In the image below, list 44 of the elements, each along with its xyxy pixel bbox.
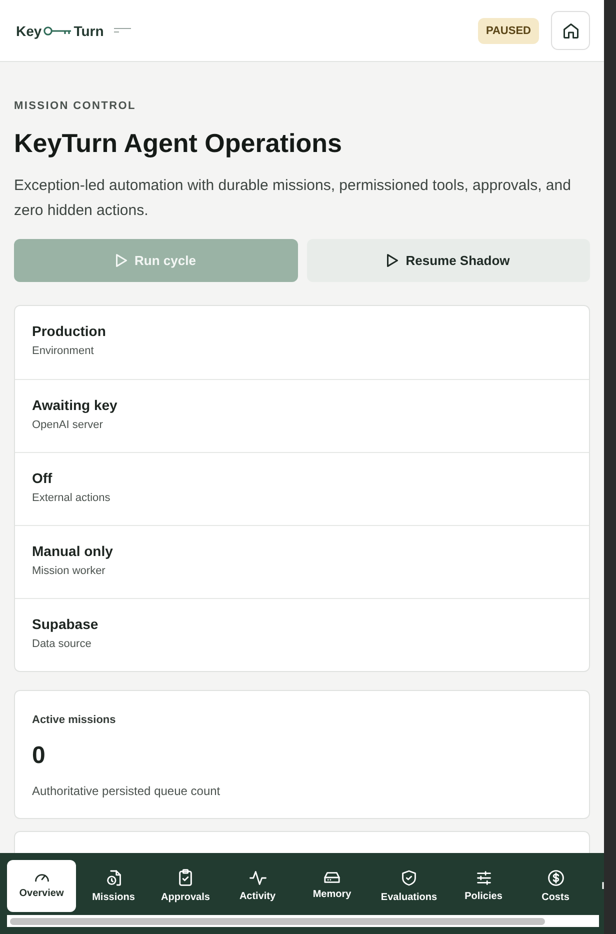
sliders-icon (476, 870, 490, 884)
status-label: Mission worker (32, 565, 106, 577)
metric-value: 0 (32, 742, 46, 770)
status-value: Awaiting key (32, 397, 118, 413)
shield-check-icon (402, 870, 416, 886)
status-value: Production (32, 323, 107, 339)
play-icon (116, 254, 127, 267)
nav-tab[interactable]: Policies (449, 860, 518, 912)
metric-note: Authoritative persisted queue count (32, 784, 222, 798)
section-eyebrow: MISSION CONTROL (14, 100, 137, 112)
nav-tab[interactable]: Activity (223, 860, 292, 912)
pulse-icon (248, 870, 266, 884)
nav-tab[interactable]: Memory (295, 860, 369, 912)
scrollbar[interactable] (7, 915, 599, 927)
nav-tab[interactable]: Approvals (151, 860, 220, 912)
nav-tab[interactable]: Costs (521, 860, 590, 912)
logo-text: Turn (74, 22, 104, 38)
play-icon (386, 254, 398, 267)
status-label: Data source (32, 638, 92, 650)
key-icon (42, 26, 73, 36)
status-value: Off (32, 470, 54, 486)
nav-tab[interactable]: Evaluations (372, 860, 446, 912)
gauge-icon (34, 873, 48, 882)
action-button[interactable]: Resume Shadow (306, 239, 590, 282)
status-badge: PAUSED (478, 18, 539, 44)
status-value: Supabase (32, 616, 100, 632)
nav-tab[interactable]: Overview (7, 860, 76, 912)
status-label: Environment (32, 345, 95, 357)
status-label: OpenAI server (32, 419, 104, 431)
drive-icon (324, 872, 340, 883)
metric-label: Active missions (32, 714, 117, 726)
dollar-icon (548, 870, 564, 886)
page-title: KeyTurn Agent Operations (14, 128, 343, 159)
status-value: Manual only (32, 543, 114, 559)
document-clock-icon (106, 870, 120, 886)
logo-text: Key (16, 22, 42, 38)
tagline-drawing (114, 27, 132, 34)
status-label: External actions (32, 492, 112, 504)
home-button[interactable] (551, 11, 590, 50)
nav-tab[interactable]: Missions (79, 860, 148, 912)
clipboard-check-icon (179, 869, 192, 886)
page-description: Exception-led automation with durable missions, permissioned tools, approvals, and zero hidden actions. (14, 176, 572, 221)
nav-tab[interactable]: I (593, 860, 604, 912)
home-icon (562, 22, 580, 40)
